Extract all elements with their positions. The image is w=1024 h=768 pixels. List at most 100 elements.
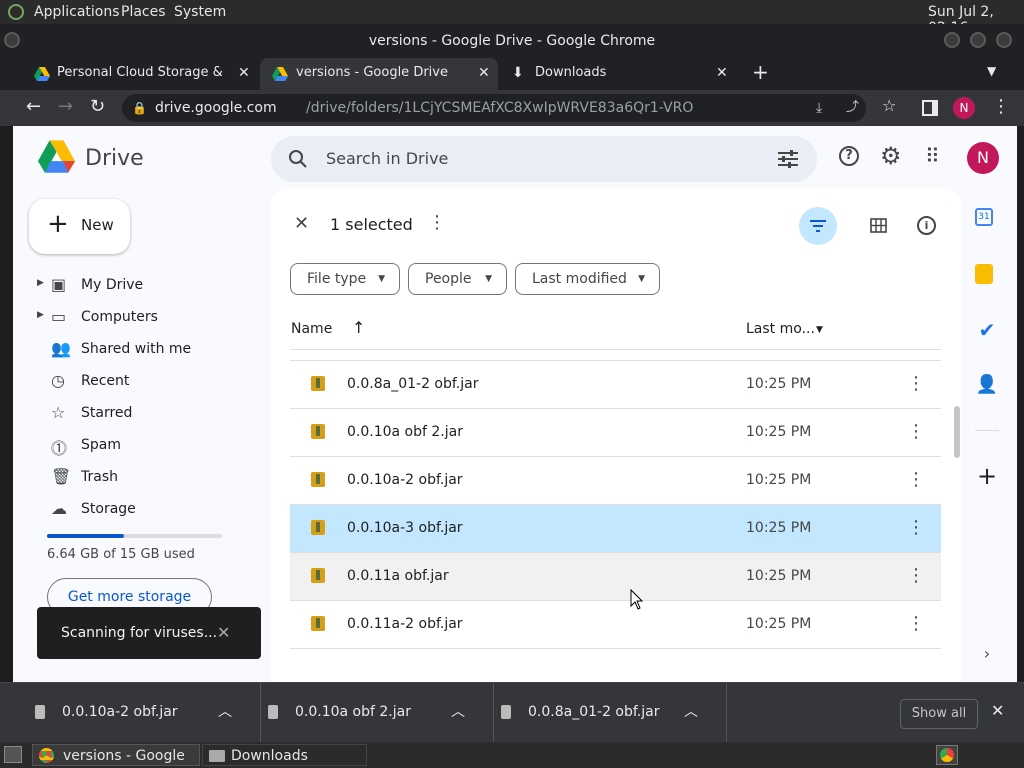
drive-logo-icon[interactable] bbox=[38, 140, 75, 173]
taskbar-item-downloads[interactable]: Downloads bbox=[202, 744, 367, 766]
grid-view-icon[interactable] bbox=[870, 218, 887, 233]
tab-versions[interactable]: versions - Google Drive ✕ bbox=[260, 58, 498, 90]
show-all-button[interactable]: Show all bbox=[900, 699, 978, 729]
taskbar-item-chrome[interactable]: versions - Google D... bbox=[32, 744, 200, 766]
new-button[interactable]: + New bbox=[29, 199, 130, 254]
download-item[interactable]: 0.0.10a-2 obf.jar ︿ bbox=[28, 683, 261, 743]
download-options-chevron-icon[interactable]: ︿ bbox=[451, 701, 465, 721]
filter-toggle[interactable] bbox=[799, 207, 837, 245]
toast-close-icon[interactable]: ✕ bbox=[217, 623, 230, 642]
search-box[interactable]: Search in Drive bbox=[271, 136, 817, 182]
tab-close-icon[interactable]: ✕ bbox=[716, 58, 728, 88]
minimize-icon[interactable] bbox=[944, 32, 960, 48]
tab-close-icon[interactable]: ✕ bbox=[238, 58, 250, 88]
side-panel-icon[interactable] bbox=[922, 100, 938, 116]
add-addon-icon[interactable]: + bbox=[975, 462, 999, 490]
sidebar-item-starred[interactable]: ☆ Starred bbox=[13, 398, 263, 430]
download-item[interactable]: 0.0.8a_01-2 obf.jar ︿ bbox=[494, 683, 727, 743]
contacts-icon[interactable]: 👤 bbox=[975, 374, 999, 398]
tasks-icon[interactable]: ✔ bbox=[975, 318, 999, 342]
chrome-tray-icon[interactable] bbox=[936, 745, 958, 765]
table-row[interactable]: 0.0.10a obf 2.jar 10:25 PM ⋮ bbox=[290, 408, 941, 456]
sidebar-item-trash[interactable]: 🗑 Trash bbox=[13, 462, 263, 494]
more-actions-icon[interactable]: ⋮ bbox=[428, 212, 446, 233]
menu-places[interactable]: Places bbox=[121, 4, 166, 20]
sidebar-item-storage[interactable]: ☁ Storage bbox=[13, 494, 263, 526]
dropdown-arrow-icon: ▼ bbox=[485, 274, 492, 284]
forward-icon[interactable]: → bbox=[58, 96, 73, 117]
url-path: /drive/folders/1LCjYCSMEAfXC8XwIpWRVE83a… bbox=[306, 100, 694, 116]
dropdown-arrow-icon: ▼ bbox=[378, 274, 385, 284]
table-row-selected[interactable]: 0.0.10a-3 obf.jar 10:25 PM ⋮ bbox=[290, 504, 941, 552]
download-item[interactable]: 0.0.10a obf 2.jar ︿ bbox=[261, 683, 494, 743]
tab-personal-cloud[interactable]: Personal Cloud Storage & File ✕ bbox=[14, 58, 260, 90]
tab-downloads[interactable]: ⬇ Downloads ✕ bbox=[500, 58, 738, 90]
sidebar-item-recent[interactable]: ◷ Recent bbox=[13, 366, 263, 398]
row-more-icon[interactable]: ⋮ bbox=[907, 421, 925, 442]
tab-search-chevron-icon[interactable]: ▼ bbox=[987, 64, 996, 78]
table-row[interactable]: 0.0.11a-2 obf.jar 10:25 PM ⋮ bbox=[290, 600, 941, 648]
download-options-chevron-icon[interactable]: ︿ bbox=[218, 701, 232, 721]
column-header-last-modified[interactable]: Last mo... bbox=[746, 321, 815, 337]
row-more-icon[interactable]: ⋮ bbox=[907, 373, 925, 394]
row-more-icon[interactable]: ⋮ bbox=[907, 565, 925, 586]
maximize-icon[interactable] bbox=[970, 32, 986, 48]
settings-gear-icon[interactable]: ⚙ bbox=[880, 142, 902, 170]
new-tab-icon[interactable]: + bbox=[752, 60, 769, 84]
menu-applications[interactable]: Applications bbox=[34, 4, 120, 20]
install-icon[interactable]: ⤓ bbox=[816, 94, 822, 122]
tab-close-icon[interactable]: ✕ bbox=[478, 58, 490, 88]
filter-chip-file-type[interactable]: File type ▼ bbox=[290, 263, 400, 295]
back-icon[interactable]: ← bbox=[26, 96, 41, 117]
keep-icon[interactable] bbox=[975, 264, 993, 284]
download-options-chevron-icon[interactable]: ︿ bbox=[684, 701, 698, 721]
sidebar-item-shared[interactable]: 👥 Shared with me bbox=[13, 334, 263, 366]
scrollbar-thumb[interactable] bbox=[954, 406, 960, 458]
share-icon[interactable]: ⤴ bbox=[846, 94, 859, 122]
menu-system[interactable]: System bbox=[174, 4, 226, 20]
profile-avatar[interactable]: N bbox=[953, 97, 975, 119]
app-name[interactable]: Drive bbox=[85, 146, 144, 171]
star-icon: ☆ bbox=[51, 403, 66, 422]
file-name: 0.0.11a-2 obf.jar bbox=[347, 616, 463, 632]
reload-icon[interactable]: ↻ bbox=[90, 96, 105, 117]
table-row[interactable]: 0.0.10a-2 obf.jar 10:25 PM ⋮ bbox=[290, 456, 941, 504]
apps-grid-icon[interactable]: ⠿ bbox=[925, 144, 940, 168]
mouse-cursor-icon bbox=[630, 589, 644, 610]
download-name: 0.0.10a obf 2.jar bbox=[295, 704, 411, 720]
sort-dropdown-icon[interactable]: ▼ bbox=[816, 325, 823, 335]
filter-chip-last-modified[interactable]: Last modified ▼ bbox=[515, 263, 660, 295]
expand-caret-icon[interactable]: ▶ bbox=[37, 278, 44, 288]
column-header-name[interactable]: Name bbox=[291, 321, 332, 337]
browser-menu-icon[interactable]: ⋮ bbox=[992, 96, 1010, 117]
address-bar[interactable]: 🔒 drive.google.com /drive/folders/1LCjYC… bbox=[122, 94, 866, 122]
close-downloads-icon[interactable]: ✕ bbox=[991, 701, 1004, 720]
row-more-icon[interactable]: ⋮ bbox=[907, 517, 925, 538]
search-placeholder: Search in Drive bbox=[326, 149, 449, 168]
sidebar-item-my-drive[interactable]: ▶ ▣ My Drive bbox=[13, 270, 263, 302]
close-window-icon[interactable] bbox=[996, 32, 1012, 48]
hide-side-panel-chevron-icon[interactable]: › bbox=[975, 644, 999, 668]
details-info-icon[interactable]: i bbox=[917, 216, 936, 235]
window-menu-icon[interactable] bbox=[4, 32, 20, 48]
calendar-icon[interactable]: 31 bbox=[975, 208, 993, 226]
search-icon[interactable] bbox=[288, 149, 308, 169]
search-options-icon[interactable] bbox=[778, 150, 798, 168]
show-desktop-icon[interactable] bbox=[4, 746, 22, 763]
distro-logo-icon[interactable] bbox=[8, 4, 24, 20]
drive-page: Drive Search in Drive ? ⚙ ⠿ N + New ▶ ▣ … bbox=[13, 126, 1017, 682]
filter-chip-people[interactable]: People ▼ bbox=[408, 263, 507, 295]
bookmark-star-icon[interactable]: ☆ bbox=[882, 96, 896, 115]
sidebar-item-computers[interactable]: ▶ ▭ Computers bbox=[13, 302, 263, 334]
clear-selection-icon[interactable]: ✕ bbox=[294, 213, 309, 234]
sort-ascending-icon[interactable]: ↑ bbox=[352, 318, 365, 337]
account-avatar[interactable]: N bbox=[967, 142, 999, 174]
row-more-icon[interactable]: ⋮ bbox=[907, 469, 925, 490]
sidebar-item-label: My Drive bbox=[81, 277, 144, 293]
expand-caret-icon[interactable]: ▶ bbox=[37, 310, 44, 320]
table-row[interactable]: 0.0.11a obf.jar 10:25 PM ⋮ bbox=[290, 552, 941, 600]
sidebar-item-spam[interactable]: ⓵ Spam bbox=[13, 430, 263, 462]
table-row[interactable]: 0.0.8a_01-2 obf.jar 10:25 PM ⋮ bbox=[290, 360, 941, 408]
help-icon[interactable]: ? bbox=[839, 146, 859, 166]
row-more-icon[interactable]: ⋮ bbox=[907, 613, 925, 634]
